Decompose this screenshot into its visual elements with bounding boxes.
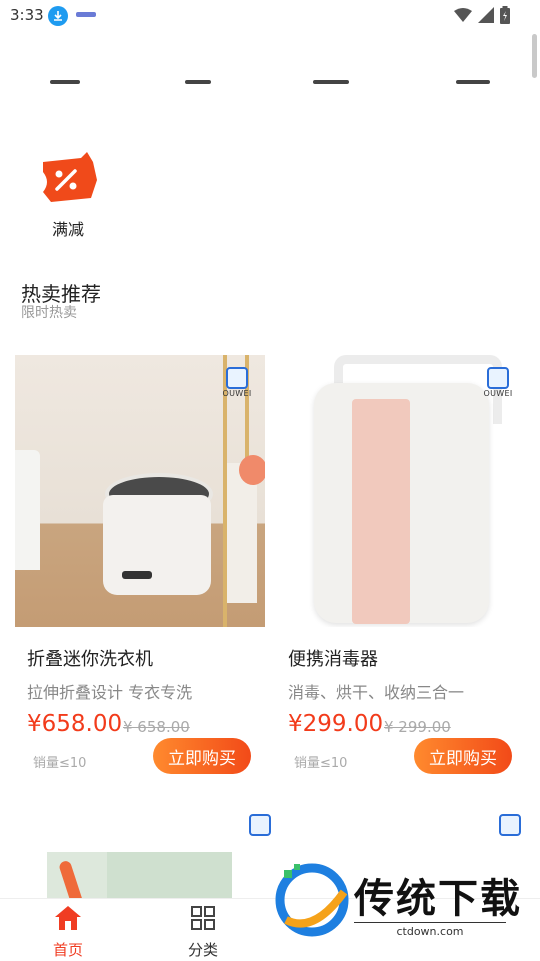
watermark-title: 传统下载	[354, 876, 522, 922]
wifi-icon	[454, 8, 472, 22]
product-sold: 销量≤10	[294, 756, 348, 771]
section-subtitle: 限时热卖	[21, 305, 77, 321]
nav-item-category[interactable]: 分类	[163, 905, 243, 960]
product-card-partial[interactable]	[47, 852, 232, 898]
product-desc: 拉伸折叠设计 专衣专洗	[27, 683, 193, 702]
product-image[interactable]: OUWEI	[276, 355, 526, 627]
brand-logo: OUWEI	[478, 367, 518, 398]
product-title: 便携消毒器	[288, 649, 378, 670]
category-row-clipped	[0, 78, 540, 88]
signal-icon	[478, 7, 494, 23]
brand-logo	[490, 814, 530, 836]
coupon-percent-icon	[43, 152, 97, 202]
product-price: ¥658.00	[27, 711, 123, 737]
scrollbar[interactable]	[532, 34, 537, 78]
nav-item-home[interactable]: 首页	[28, 905, 108, 960]
product-desc: 消毒、烘干、收纳三合一	[288, 683, 465, 702]
grid-icon	[191, 906, 215, 930]
nav-label: 分类	[187, 941, 218, 959]
product-card[interactable]: OUWEI 折叠迷你洗衣机 拉伸折叠设计 专衣专洗 ¥658.00 ¥ 658.…	[15, 355, 265, 774]
status-time: 3:33	[10, 6, 44, 24]
product-sold: 销量≤10	[33, 756, 87, 771]
status-bar: 3:33	[0, 0, 540, 32]
nav-label: 首页	[52, 941, 83, 959]
product-image[interactable]: OUWEI	[15, 355, 265, 627]
watermark-url: ctdown.com	[354, 922, 506, 938]
home-icon	[55, 906, 81, 930]
brand-logo	[240, 814, 280, 836]
product-original-price: ¥ 658.00	[123, 718, 190, 736]
product-card[interactable]: OUWEI 便携消毒器 消毒、烘干、收纳三合一 ¥299.00 ¥ 299.00…	[276, 355, 526, 774]
app-logo-icon	[76, 12, 96, 17]
watermark: 传统下载 ctdown.com	[268, 862, 533, 940]
promo-label: 满减	[51, 220, 84, 239]
product-price: ¥299.00	[288, 711, 384, 737]
promo-item-discount[interactable]: 满减	[36, 152, 100, 240]
product-title: 折叠迷你洗衣机	[27, 649, 153, 670]
watermark-logo-icon	[275, 863, 349, 937]
download-badge-icon	[48, 6, 68, 26]
brand-logo: OUWEI	[217, 367, 257, 398]
buy-now-button[interactable]: 立即购买	[153, 738, 251, 774]
status-icons	[454, 6, 510, 24]
buy-now-button[interactable]: 立即购买	[414, 738, 512, 774]
product-original-price: ¥ 299.00	[384, 718, 451, 736]
battery-icon	[500, 6, 510, 24]
